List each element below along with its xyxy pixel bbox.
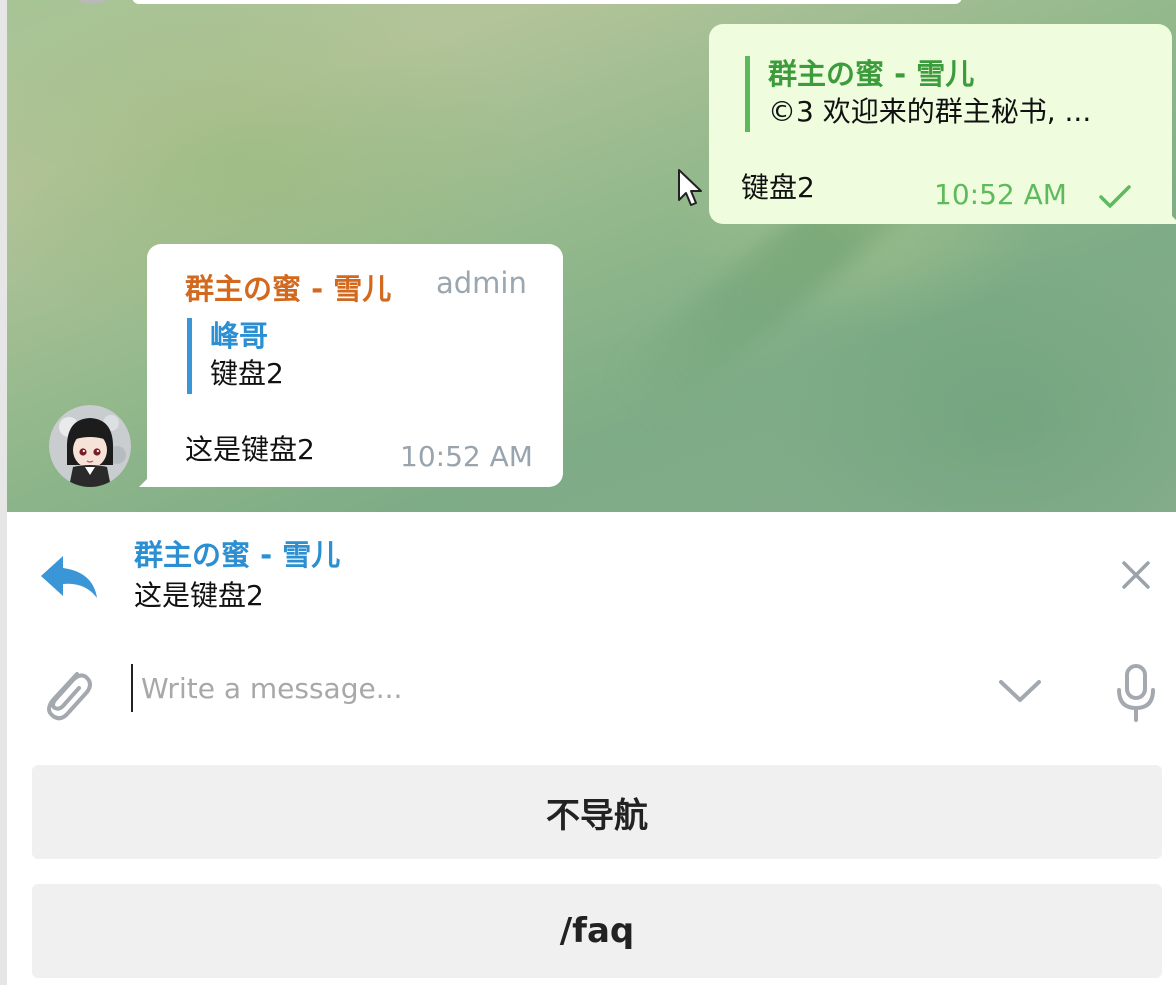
microphone-icon[interactable] [1111, 662, 1161, 724]
message-text: 键盘2 [741, 171, 815, 204]
previous-message-bubble[interactable] [132, 0, 962, 4]
check-icon [1099, 185, 1131, 208]
message-input[interactable] [131, 664, 981, 712]
quote-author: 峰哥 [210, 319, 269, 353]
admin-badge: admin [436, 266, 527, 300]
close-icon[interactable] [1119, 558, 1153, 592]
message-list[interactable]: 群主の蜜 - 雪儿 ©3 欢迎来的群主秘书, ... 键盘2 10:52 AM … [7, 0, 1176, 512]
reply-quote[interactable]: 群主の蜜 - 雪儿 ©3 欢迎来的群主秘书, ... [745, 56, 1158, 132]
message-text: 这是键盘2 [185, 433, 315, 466]
quote-text: 键盘2 [210, 357, 284, 390]
reply-arrow-icon [41, 556, 97, 598]
bubble-tail [1166, 210, 1176, 224]
telegram-chat-window: 群主の蜜 - 雪儿 ©3 欢迎来的群主秘书, ... 键盘2 10:52 AM … [0, 0, 1176, 985]
message-composer [7, 630, 1176, 750]
paperclip-icon[interactable] [37, 660, 93, 722]
avatar-image [49, 405, 131, 487]
reply-text: 这是键盘2 [134, 579, 264, 612]
window-border [0, 0, 7, 985]
reply-preview-bar[interactable]: 群主の蜜 - 雪儿 这是键盘2 [7, 512, 1176, 630]
mouse-cursor-icon [678, 169, 702, 206]
sender-name[interactable]: 群主の蜜 - 雪儿 [185, 266, 391, 308]
bubble-tail [139, 473, 153, 487]
keyboard-button-faq[interactable]: /faq [32, 884, 1162, 978]
reply-quote[interactable]: 峰哥 键盘2 [187, 318, 550, 394]
message-time: 10:52 AM [400, 440, 533, 473]
avatar-previous[interactable] [64, 0, 120, 4]
message-time: 10:52 AM [934, 178, 1067, 211]
quote-author: 群主の蜜 - 雪儿 [768, 57, 975, 91]
reply-author: 群主の蜜 - 雪儿 [134, 538, 341, 572]
outgoing-message-bubble[interactable]: 群主の蜜 - 雪儿 ©3 欢迎来的群主秘书, ... 键盘2 10:52 AM [709, 24, 1176, 224]
quote-text: ©3 欢迎来的群主秘书, ... [768, 95, 1092, 128]
chevron-down-icon[interactable] [995, 674, 1045, 708]
avatar[interactable] [49, 405, 131, 487]
incoming-message-bubble[interactable]: 群主の蜜 - 雪儿 admin 峰哥 键盘2 这是键盘2 10:52 AM [139, 244, 563, 487]
keyboard-button-no-nav[interactable]: 不导航 [32, 765, 1162, 859]
